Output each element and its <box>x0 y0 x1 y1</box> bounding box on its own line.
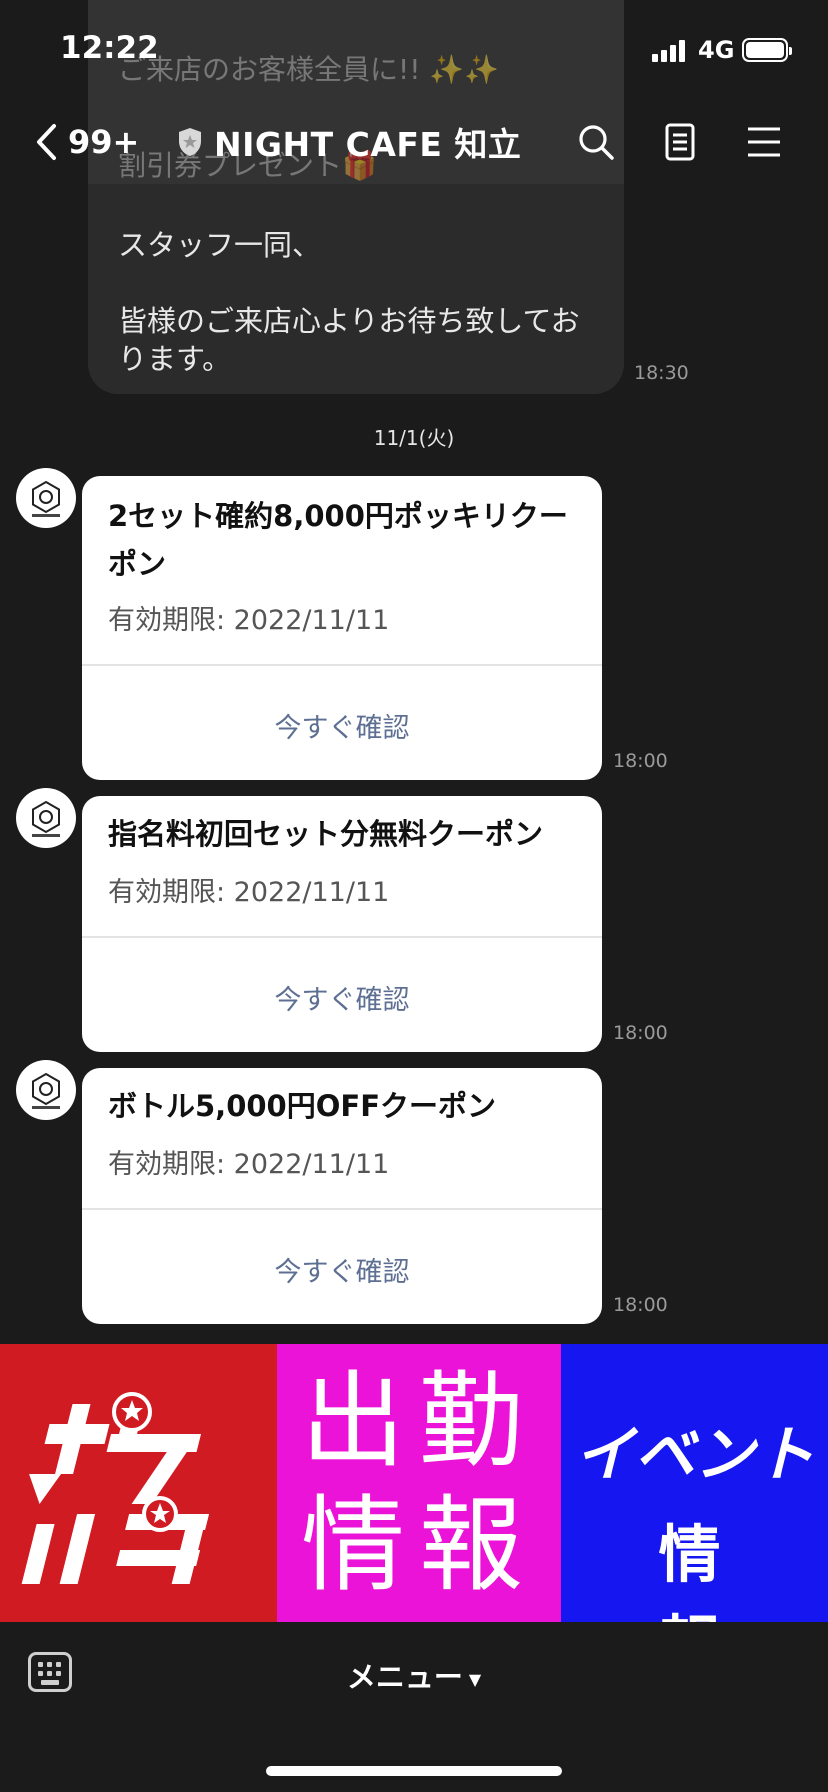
chat-title-area[interactable]: NIGHT CAFE 知立 <box>176 118 521 166</box>
coupon-card[interactable]: 指名料初回セット分無料クーポン 有効期限: 2022/11/11 今すぐ確認 <box>82 796 602 1052</box>
coupon-divider <box>82 936 602 938</box>
network-type: 4G <box>698 36 735 64</box>
coupon-divider <box>82 664 602 666</box>
search-button[interactable] <box>572 118 620 166</box>
previous-message-time: 18:30 <box>634 362 689 384</box>
logo-icon <box>32 1072 60 1109</box>
coupon-expiry: 有効期限: 2022/11/11 <box>108 1149 390 1180</box>
coupon-title: 指名料初回セット分無料クーポン <box>108 817 544 851</box>
back-button[interactable]: 99+ <box>34 118 139 166</box>
menu-button[interactable] <box>740 118 788 166</box>
coupon-card[interactable]: ボトル5,000円OFFクーポン 有効期限: 2022/11/11 今すぐ確認 <box>82 1068 602 1324</box>
menu-toggle[interactable]: メニュー ▼ <box>0 1654 828 1696</box>
message-time: 18:00 <box>613 1022 668 1044</box>
bottom-bar: メニュー ▼ <box>0 1622 828 1792</box>
coupon-card[interactable]: 2セット確約8,000円ポッキリクーポン 有効期限: 2022/11/11 今す… <box>82 476 602 780</box>
hamburger-menu-icon <box>748 127 780 157</box>
coupon-confirm-button[interactable]: 今すぐ確認 <box>82 1250 602 1289</box>
signal-icon <box>652 40 686 62</box>
coupon-title: 2セット確約8,000円ポッキリクーポン <box>108 499 568 581</box>
notes-icon <box>665 123 695 161</box>
event-line2: 情報 <box>658 1518 781 1622</box>
shield-icon <box>176 126 204 158</box>
previous-message-text: スタッフ一同、 皆様のご来店心よりお待ち致しております。 <box>118 228 580 376</box>
rich-menu-event[interactable]: イベント 情報 <box>561 1344 828 1622</box>
shukkin-line1: 出勤 <box>300 1360 537 1482</box>
message-time: 18:00 <box>613 1294 668 1316</box>
rich-menu: 出勤 情報 イベント 情報 <box>0 1344 828 1622</box>
search-icon <box>579 125 614 160</box>
status-bar: 12:22 4G <box>0 0 828 100</box>
chat-header: 99+ NIGHT CAFE 知立 <box>0 100 828 184</box>
shukkin-line2: 情報 <box>300 1484 537 1606</box>
coupon-title: ボトル5,000円OFFクーポン <box>108 1089 497 1123</box>
account-avatar[interactable] <box>16 788 76 848</box>
logo-icon <box>32 800 60 837</box>
chat-area[interactable]: ご来店のお客様全員に!! ✨✨ 割引券プレゼント🎁 スタッフ一同、 皆様のご来店… <box>0 0 828 1344</box>
message-time: 18:00 <box>613 750 668 772</box>
coupon-expiry: 有効期限: 2022/11/11 <box>108 877 390 908</box>
rich-menu-shukkin[interactable]: 出勤 情報 <box>277 1344 561 1622</box>
menu-toggle-label: メニュー <box>346 1660 463 1694</box>
logo-icon <box>32 480 60 517</box>
account-avatar[interactable] <box>16 1060 76 1120</box>
home-indicator <box>266 1766 562 1776</box>
chevron-left-icon <box>37 124 56 160</box>
coupon-confirm-button[interactable]: 今すぐ確認 <box>82 978 602 1017</box>
status-time: 12:22 <box>60 30 159 66</box>
battery-icon <box>742 38 792 62</box>
pokepara-logo <box>21 1392 210 1584</box>
notes-button[interactable] <box>656 118 704 166</box>
coupon-expiry: 有効期限: 2022/11/11 <box>108 605 390 636</box>
date-separator: 11/1(火) <box>373 426 455 450</box>
unread-count: 99+ <box>68 123 140 161</box>
chat-title: NIGHT CAFE 知立 <box>214 125 522 164</box>
account-avatar[interactable] <box>16 468 76 528</box>
event-line1: イベント <box>574 1420 815 1490</box>
coupon-divider <box>82 1208 602 1210</box>
coupon-confirm-button[interactable]: 今すぐ確認 <box>82 706 602 745</box>
caret-down-icon: ▼ <box>468 1669 482 1689</box>
rich-menu-pokepara[interactable] <box>0 1344 277 1622</box>
